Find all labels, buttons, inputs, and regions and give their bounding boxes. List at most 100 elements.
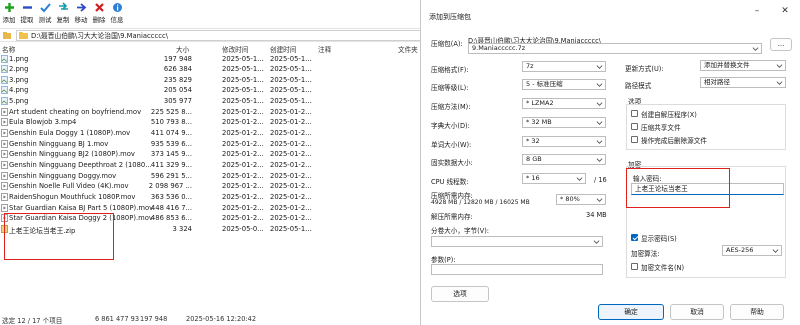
archive-name-combo[interactable]: 9.Maniaccccc.7z [468, 43, 762, 54]
split-combo[interactable] [431, 236, 603, 247]
toolbar-button-copy[interactable]: 复制 [56, 2, 70, 28]
file-created: 2025-05-1... [270, 54, 312, 63]
file-name: 3.png [9, 75, 29, 84]
file-name: Star Guardian Kaisa BJ Part 5 (1080P).mo… [9, 203, 154, 212]
cpu-label: CPU 线程数: [431, 178, 469, 186]
word-combo[interactable]: * 32 [522, 136, 606, 147]
toolbar-button-info[interactable]: 信息 [110, 2, 124, 28]
file-row[interactable]: Genshin Ningguang BJ2 (1080P).mov 373 145… [0, 149, 420, 160]
toolbar-button-move[interactable]: 移动 [74, 2, 88, 28]
file-row[interactable]: Genshin Ningguang Deepthroat 2 (1080... 4… [0, 160, 420, 171]
file-row[interactable]: Genshin Ningguang BJ 1.mov 935 539 6... 20… [0, 139, 420, 150]
ok-button[interactable]: 确定 [598, 304, 664, 320]
chevron-down-icon [593, 240, 600, 244]
options-button[interactable]: 选项 [431, 286, 489, 302]
toolbar-button-delete[interactable]: 删除 [92, 2, 106, 28]
image-file-icon [1, 65, 8, 74]
file-row[interactable]: RaidenShogun Mouthfuck 1080P.mov 363 536 … [0, 192, 420, 203]
up-folder-icon[interactable] [2, 30, 12, 40]
col-comment[interactable]: 注释 [318, 44, 331, 54]
image-file-icon [1, 97, 8, 105]
update-combo[interactable]: 添加并替换文件 [700, 60, 786, 71]
address-path: D:\聂晋山伯鹏\习大大论治国\9.Maniaccccc\ [31, 32, 169, 40]
file-created: 2025-01-2... [270, 118, 312, 127]
file-modified: 2025-01-2... [222, 129, 264, 138]
file-row[interactable]: Eula Blowjob 3.mp4 510 793 8... 2025-01-2.… [0, 117, 420, 128]
chevron-down-icon [596, 121, 603, 125]
archive-name: 9.Maniaccccc.7z [472, 44, 526, 52]
path-combo[interactable]: 相对路径 [700, 77, 786, 88]
col-name[interactable]: 名称 [2, 44, 15, 54]
address-input[interactable]: D:\聂晋山伯鹏\习大大论治国\9.Maniaccccc\ [16, 29, 422, 41]
file-row[interactable]: Star Guardian Kaisa BJ Part 5 (1080P).mo… [0, 203, 420, 214]
update-label: 更新方式(U): [625, 65, 664, 73]
mem-combo[interactable]: * 80% [556, 194, 606, 205]
col-created[interactable]: 创建时间 [270, 44, 296, 54]
file-size: 2 098 967 ... [148, 182, 192, 191]
solid-combo[interactable]: 8 GB [522, 154, 606, 165]
enc-method-combo[interactable]: AES-256 [722, 245, 782, 256]
show-password-label: 显示密码(S) [641, 235, 677, 243]
file-row[interactable]: Art student cheating on boyfriend.mov 225… [0, 107, 420, 118]
col-size[interactable]: 大小 [176, 44, 189, 54]
decomp-label: 解压所需内存: [431, 213, 473, 221]
delete-after-checkbox[interactable] [631, 136, 638, 143]
chevron-down-icon [772, 249, 779, 253]
file-name: 1.png [9, 54, 29, 63]
file-row[interactable]: 2.png 626 384 2025-05-1... 2025-05-1... [0, 64, 420, 75]
decomp-value: 34 MB [586, 211, 607, 219]
toolbar-label: 移动 [74, 16, 88, 24]
file-name: Genshin Noelle Full Video (4K).mov [9, 182, 129, 191]
file-name: 5.png [9, 97, 29, 106]
file-row[interactable]: Genshin Noelle Full Video (4K).mov 2 098 … [0, 181, 420, 192]
method-combo[interactable]: * LZMA2 [522, 98, 606, 109]
toolbar-button-extract[interactable]: 提取 [20, 2, 34, 28]
file-row[interactable]: 5.png 305 977 2025-05-1... 2025-05-1... [0, 96, 420, 107]
help-button[interactable]: 帮助 [730, 304, 784, 320]
file-row[interactable]: Genshin Eula Doggy 1 (1080P).mov 411 074 … [0, 128, 420, 139]
level-combo[interactable]: 5 - 标准压缩 [522, 79, 606, 90]
sfx-checkbox[interactable] [631, 110, 638, 117]
mem-value: * 80% [560, 195, 580, 203]
cpu-total: / 16 [594, 176, 607, 184]
file-row[interactable]: 1.png 197 948 2025-05-1... 2025-05-1... [0, 54, 420, 65]
solid-label: 固实数据大小: [431, 159, 473, 167]
col-modified[interactable]: 修改时间 [222, 44, 248, 54]
file-size: 596 291 5... [150, 171, 192, 180]
file-row[interactable]: 3.png 235 829 2025-05-1... 2025-05-1... [0, 75, 420, 86]
toolbar-label: 删除 [92, 16, 106, 24]
toolbar-button-test[interactable]: 测试 [38, 2, 52, 28]
video-file-icon [1, 107, 8, 116]
dict-combo[interactable]: * 32 MB [522, 117, 606, 128]
dict-value: * 32 MB [526, 118, 552, 126]
cpu-combo[interactable]: * 16 [522, 173, 586, 184]
status-bar: 选定 12 / 17 个项目 6 861 477 93 197 948 2025… [0, 314, 420, 325]
mem-detail: 4928 MB / 12820 MB / 16025 MB [431, 199, 530, 206]
file-modified: 2025-05-1... [222, 54, 264, 63]
show-password-checkbox[interactable] [631, 234, 638, 241]
params-input[interactable] [431, 264, 603, 275]
folder-icon [19, 32, 28, 39]
video-file-icon [1, 182, 8, 191]
close-icon[interactable]: ✕ [779, 5, 791, 17]
address-bar: D:\聂晋山伯鹏\习大大论治国\9.Maniaccccc\ [0, 28, 422, 42]
file-size: 486 853 6... [150, 214, 192, 223]
file-row[interactable]: 4.png 205 054 2025-05-1... 2025-05-1... [0, 85, 420, 96]
toolbar-button-add[interactable]: 添加 [2, 2, 16, 28]
test-icon [39, 3, 51, 13]
file-name: Genshin Ningguang Deepthroat 2 (1080... [9, 161, 152, 169]
browse-button[interactable]: ... [770, 38, 792, 51]
file-created: 2025-01-2... [270, 203, 312, 212]
file-name: Eula Blowjob 3.mp4 [9, 118, 77, 127]
col-folders[interactable]: 文件夹 [398, 44, 418, 54]
dialog-title: 添加到压缩包 [429, 13, 471, 21]
shared-checkbox[interactable] [631, 123, 638, 130]
file-created: 2025-01-2... [270, 150, 312, 159]
encrypt-names-checkbox[interactable] [631, 263, 638, 270]
file-modified: 2025-05-1... [222, 97, 264, 106]
cancel-button[interactable]: 取消 [670, 304, 724, 320]
file-row[interactable]: Genshin Ningguang Doggy.mov 596 291 5... 2… [0, 171, 420, 182]
file-size: 626 384 [163, 65, 192, 74]
minimize-icon[interactable]: – [751, 5, 763, 17]
format-combo[interactable]: 7z [522, 61, 606, 72]
